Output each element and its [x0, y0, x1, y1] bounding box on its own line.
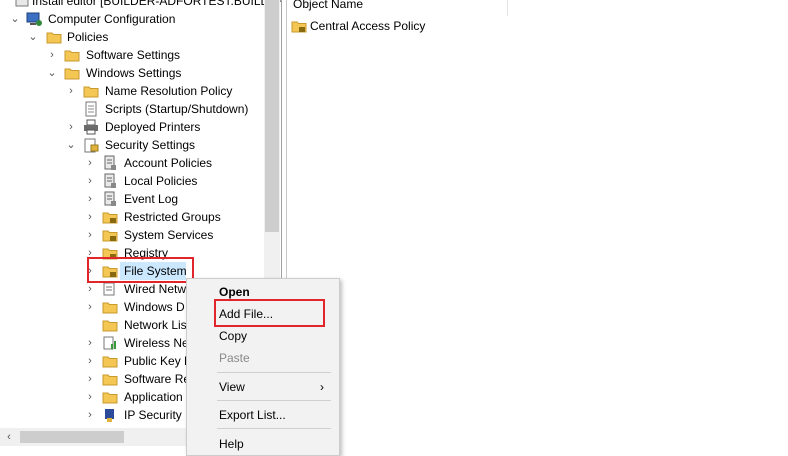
- locked-folder-icon: [102, 212, 118, 224]
- tree-item-label: Windows Settings: [86, 66, 182, 80]
- tree-item-software-settings[interactable]: › Software Settings: [47, 46, 260, 64]
- chevron-down-icon[interactable]: ⌄: [28, 28, 38, 46]
- tree-root-label: Install editor [BUILDER-ADFORTEST.BUILDE…: [32, 0, 282, 8]
- scrollbar-thumb[interactable]: [265, 0, 279, 232]
- tree-item-label: Restricted Groups: [124, 210, 221, 224]
- chevron-right-icon[interactable]: ›: [85, 172, 95, 190]
- chevron-right-icon[interactable]: ›: [66, 118, 76, 136]
- folder-icon: [83, 86, 99, 98]
- network-icon: [103, 282, 115, 296]
- policy-icon: [104, 191, 116, 206]
- tree-item-name-resolution-policy[interactable]: › Name Resolution Policy: [66, 82, 260, 100]
- scrollbar-thumb[interactable]: [20, 431, 124, 443]
- printer-icon: [84, 119, 98, 135]
- list-item-central-access-policy[interactable]: Central Access Policy: [291, 17, 491, 35]
- annotation-highlight-add-file: [214, 299, 325, 327]
- menu-separator: [217, 428, 331, 429]
- folder-icon: [102, 320, 118, 332]
- policy-editor-icon: [15, 0, 29, 7]
- scroll-left-arrow-icon[interactable]: ‹: [0, 428, 18, 446]
- submenu-arrow-icon: ›: [320, 380, 324, 394]
- folder-icon: [46, 32, 62, 44]
- tree-item-label: Computer Configuration: [48, 12, 176, 26]
- chevron-right-icon[interactable]: ›: [85, 226, 95, 244]
- tree-item-policies[interactable]: ⌄ Policies: [28, 28, 260, 46]
- tree-item-label: Application: [124, 390, 183, 404]
- chevron-right-icon[interactable]: ›: [85, 190, 95, 208]
- chevron-right-icon[interactable]: ›: [85, 352, 95, 370]
- folder-icon: [64, 68, 80, 80]
- tree-item-label: Event Log: [124, 192, 179, 206]
- menu-separator: [217, 400, 331, 401]
- tree-item-local-policies[interactable]: › Local Policies: [85, 172, 260, 190]
- tree-item-label: Name Resolution Policy: [105, 84, 233, 98]
- tree-item-restricted-groups[interactable]: › Restricted Groups: [85, 208, 260, 226]
- folder-icon: [64, 50, 80, 62]
- column-header-object-name[interactable]: Object Name: [287, 0, 508, 16]
- tree-item-label: Security Settings: [105, 138, 196, 152]
- chevron-right-icon[interactable]: ›: [85, 370, 95, 388]
- column-header-label: Object Name: [293, 0, 364, 11]
- tree-item-scripts[interactable]: Scripts (Startup/Shutdown): [66, 100, 260, 118]
- tree-item-security-settings[interactable]: ⌄ Security Settings: [66, 136, 260, 154]
- tree-item-label: System Services: [124, 228, 214, 242]
- list-item-label: Central Access Policy: [310, 19, 426, 33]
- tree-item-event-log[interactable]: › Event Log: [85, 190, 260, 208]
- locked-folder-icon: [291, 21, 307, 33]
- tree-item-label: Policies: [67, 30, 109, 44]
- tree-item-label: Wireless Ne: [124, 336, 189, 350]
- security-icon: [84, 138, 99, 153]
- tree-item-account-policies[interactable]: › Account Policies: [85, 154, 260, 172]
- tree-item-computer-configuration[interactable]: ⌄ Computer Configuration: [10, 10, 260, 28]
- folder-icon: [102, 302, 118, 314]
- tree-item-label: IP Security P: [124, 408, 194, 422]
- tree-item-label: Windows D: [124, 300, 185, 314]
- tree-item-label: Software Settings: [86, 48, 181, 62]
- chevron-down-icon[interactable]: ⌄: [10, 10, 20, 28]
- menu-item-export-list[interactable]: Export List...: [219, 405, 286, 425]
- menu-item-copy[interactable]: Copy: [219, 326, 247, 346]
- tree-item-label: Account Policies: [124, 156, 213, 170]
- chevron-down-icon[interactable]: ⌄: [47, 64, 57, 82]
- tree-item-label: Software Re: [124, 372, 191, 386]
- menu-item-view[interactable]: View: [219, 377, 245, 397]
- tree-item-windows-settings[interactable]: ⌄ Windows Settings: [47, 64, 260, 82]
- chevron-right-icon[interactable]: ›: [85, 208, 95, 226]
- tree-item-label: Local Policies: [124, 174, 198, 188]
- chevron-right-icon[interactable]: ›: [85, 298, 95, 316]
- details-pane[interactable]: Object Name Central Access Policy: [286, 0, 788, 454]
- tree-item-label: Public Key P: [124, 354, 193, 368]
- tree-item-system-services[interactable]: › System Services: [85, 226, 260, 244]
- chevron-right-icon[interactable]: ›: [85, 334, 95, 352]
- chevron-right-icon[interactable]: ›: [85, 406, 95, 424]
- tree-item-label: Scripts (Startup/Shutdown): [105, 102, 249, 116]
- menu-item-paste[interactable]: Paste: [219, 348, 250, 368]
- folder-icon: [102, 374, 118, 386]
- chevron-right-icon[interactable]: ›: [85, 154, 95, 172]
- policy-icon: [104, 173, 116, 188]
- computer-config-icon: [26, 12, 42, 26]
- script-icon: [85, 101, 97, 117]
- chevron-right-icon[interactable]: ›: [66, 82, 76, 100]
- annotation-highlight-file-system: [87, 257, 194, 283]
- locked-folder-icon: [102, 230, 118, 242]
- menu-item-help[interactable]: Help: [219, 434, 244, 454]
- wireless-icon: [103, 336, 116, 350]
- chevron-down-icon[interactable]: ⌄: [66, 136, 76, 154]
- ipsec-icon: [105, 409, 114, 422]
- folder-icon: [102, 356, 118, 368]
- tree-item-label: Deployed Printers: [105, 120, 201, 134]
- folder-icon: [102, 392, 118, 404]
- tree-item-label: Network Lis: [124, 318, 187, 332]
- chevron-right-icon[interactable]: ›: [47, 46, 57, 64]
- chevron-right-icon[interactable]: ›: [85, 388, 95, 406]
- tree-item-deployed-printers[interactable]: › Deployed Printers: [66, 118, 260, 136]
- policy-icon: [104, 155, 116, 170]
- menu-separator: [217, 372, 331, 373]
